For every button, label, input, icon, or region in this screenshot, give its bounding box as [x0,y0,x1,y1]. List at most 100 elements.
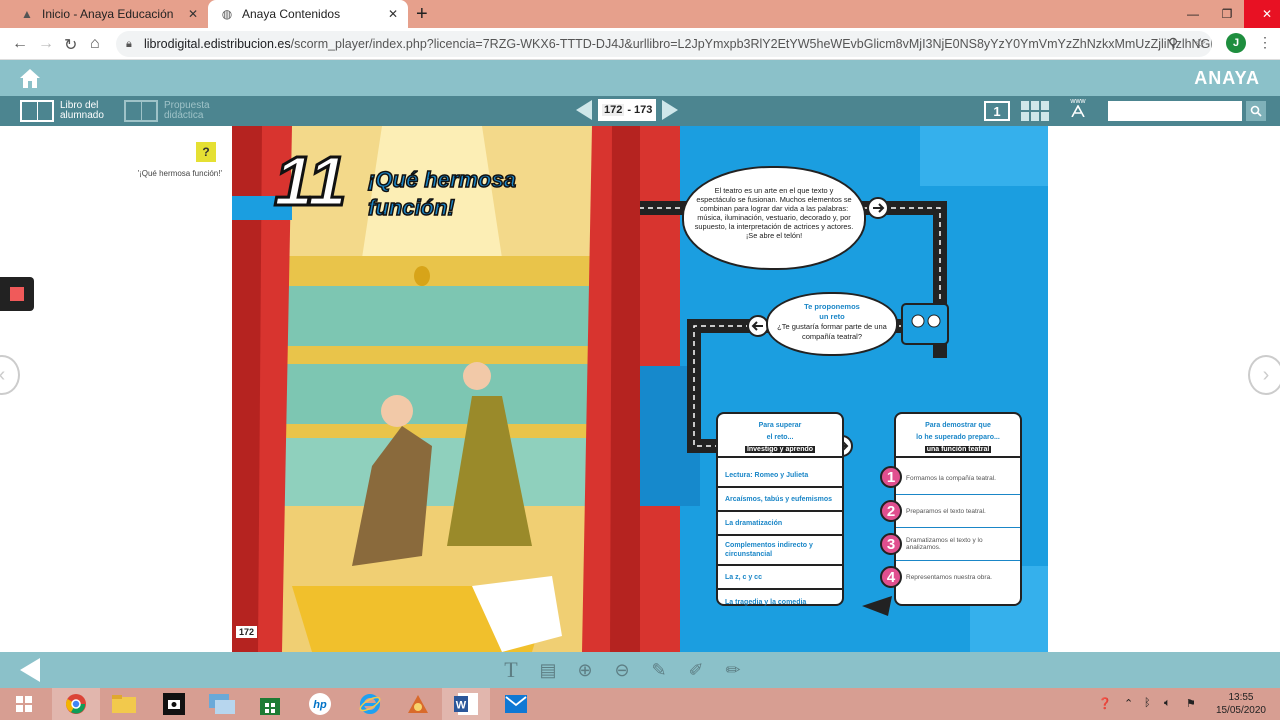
address-bar-row: ← → ↻ ⌂ 🔒︎ librodigital.edistribucion.es… [0,28,1280,60]
tab-inicio[interactable]: ▲ Inicio - Anaya Educación ✕ [8,0,208,28]
window-close-icon[interactable]: ✕ [1244,0,1280,28]
zoom-in-icon[interactable]: ⊕ [574,659,596,681]
pen-icon[interactable]: ✎ [648,659,670,681]
resource-label[interactable]: '¡Qué hermosa función!' [100,169,222,178]
card-head-1: Para demostrar que [925,422,991,429]
page-number-left: 172 [236,626,258,638]
list-item[interactable]: La dramatización [718,512,842,536]
text-tool-icon[interactable]: T [500,657,522,682]
record-icon [10,287,24,301]
book-page-left: 11 ¡Qué hermosa función! 172 [232,126,640,652]
system-clock[interactable]: 13:55 15/05/2020 [1216,691,1266,717]
store-icon[interactable] [246,688,294,720]
back-arrow-icon[interactable] [20,658,40,682]
card-head-1: Para superar [758,422,802,429]
mail-icon[interactable] [492,688,540,720]
single-page-view-button[interactable]: 1 [984,101,1010,121]
windows-start-icon[interactable] [0,688,48,720]
lock-icon: 🔒︎ [126,38,132,50]
step-item: Representamos nuestra obra. [906,574,992,581]
search-input[interactable] [1108,101,1242,121]
tab-anaya-contenidos[interactable]: ◍ Anaya Contenidos ✕ [208,0,408,28]
globe-favicon-icon: ◍ [221,7,233,21]
clock-time: 13:55 [1228,692,1254,703]
file-explorer-icon[interactable] [100,688,148,720]
url-path: /scorm_player/index.php?licencia=7RZG-WK… [290,37,1212,51]
window-controls: — ❐ ✕ [1176,0,1280,28]
step-number: 1 [880,466,902,488]
www-label: www [1070,98,1086,105]
camera-icon[interactable] [150,688,198,720]
challenge-text: ¿Te gustaría formar parte de una compañí… [777,322,887,341]
challenge-title-2: un reto [819,312,845,321]
chapter-title: ¡Qué hermosa función! [367,166,516,221]
media-app-icon[interactable] [394,688,442,720]
new-tab-icon[interactable]: + [416,3,428,26]
tab-close-icon[interactable]: ✕ [188,7,198,21]
grid-view-icon[interactable] [1021,101,1049,121]
volume-icon[interactable]: 🔈︎ [1164,697,1171,710]
next-page-icon[interactable] [662,100,679,120]
record-button[interactable] [0,277,34,311]
bluetooth-icon[interactable]: ᛒ [1144,697,1151,709]
page-separator: - [627,104,632,116]
tab-close-icon[interactable]: ✕ [388,7,398,21]
interactive-resource-icon[interactable]: ? [196,142,216,162]
app-home-icon[interactable] [18,66,42,90]
url-host: librodigital.edistribucion.es [144,37,291,51]
page-number-field[interactable]: 172 - 173 [598,99,657,121]
show-hidden-icons-icon[interactable]: ⌃ [1124,697,1133,710]
propuesta-didactica-button[interactable]: Propuesta didáctica [124,100,210,122]
url-field[interactable]: 🔒︎ librodigital.edistribucion.es/scorm_p… [116,31,1212,57]
step-number: 4 [880,566,902,588]
reload-icon[interactable]: ↻ [64,35,77,55]
clock-date: 15/05/2020 [1215,705,1266,716]
help-tray-icon[interactable]: ❓ [1098,697,1112,710]
note-tool-icon[interactable]: ▤ [537,659,559,681]
back-icon[interactable]: ← [12,35,28,53]
hp-icon[interactable]: hp [296,688,344,720]
list-item[interactable]: La tragedia y la comedia [718,590,842,614]
browser-menu-icon[interactable]: ⋮ [1258,34,1272,51]
internet-explorer-icon[interactable] [346,688,394,720]
web-links-button[interactable]: www [1066,98,1090,119]
list-item[interactable]: Lectura: Romeo y Julieta [718,464,842,488]
zoom-out-icon[interactable]: ⊖ [611,659,633,681]
forward-icon[interactable]: → [38,35,54,53]
word-icon[interactable]: W [442,688,490,720]
remote-desktop-icon[interactable] [198,688,246,720]
notifications-flag-icon[interactable]: ⚑ [1186,697,1196,710]
home-icon[interactable]: ⌂ [90,35,100,53]
list-item[interactable]: Complementos indirecto y circunstancial [718,536,842,566]
bookmark-star-icon[interactable]: ☆ [1194,35,1207,52]
reader-toolbar: Libro del alumnado Propuesta didáctica 172… [0,96,1280,126]
chapter-number: 11 [273,142,349,220]
svg-text:hp: hp [313,699,327,711]
card-head-2: lo he superado preparo... [916,434,1000,441]
list-item[interactable]: Arcaísmos, tabús y eufemismos [718,488,842,512]
chrome-icon[interactable] [52,688,100,720]
libro-alumnado-button[interactable]: Libro del alumnado [20,100,104,122]
investigo-card-header: Para superar el reto... Investigo y apre… [718,414,842,458]
highlighter-icon[interactable]: ✐ [685,659,707,681]
prev-page-icon[interactable] [576,100,592,120]
search-button[interactable] [1246,101,1266,121]
book-icon [124,100,158,122]
browser-tab-strip: ▲ Inicio - Anaya Educación ✕ ◍ Anaya Con… [0,0,1280,28]
challenge-speech-bubble: Te proponemos un reto ¿Te gustaría forma… [766,292,898,356]
svg-text:W: W [456,700,467,712]
book-icon [20,100,54,122]
profile-avatar[interactable]: J [1226,33,1246,53]
challenge-title-1: Te proponemos [804,302,860,311]
anaya-favicon-icon: ▲ [21,7,33,21]
minimize-icon[interactable]: — [1176,0,1210,28]
eraser-icon[interactable]: ✏ [722,659,744,681]
windows-taskbar: hp W ❓ ⌃ ᛒ 🔈︎ ⚑ 13:55 15/05/2020 [0,688,1280,720]
step-item: Preparamos el texto teatral. [896,495,1020,528]
next-spread-arrow-icon[interactable]: › [1248,355,1280,395]
annotation-toolbar: T ▤ ⊕ ⊖ ✎ ✐ ✏ [0,652,1280,688]
funcion-card-header: Para demostrar que lo he superado prepar… [896,414,1020,458]
list-item[interactable]: La z, c y cc [718,566,842,590]
zoom-icon[interactable]: ⚲ [1168,35,1178,52]
maximize-icon[interactable]: ❐ [1210,0,1244,28]
